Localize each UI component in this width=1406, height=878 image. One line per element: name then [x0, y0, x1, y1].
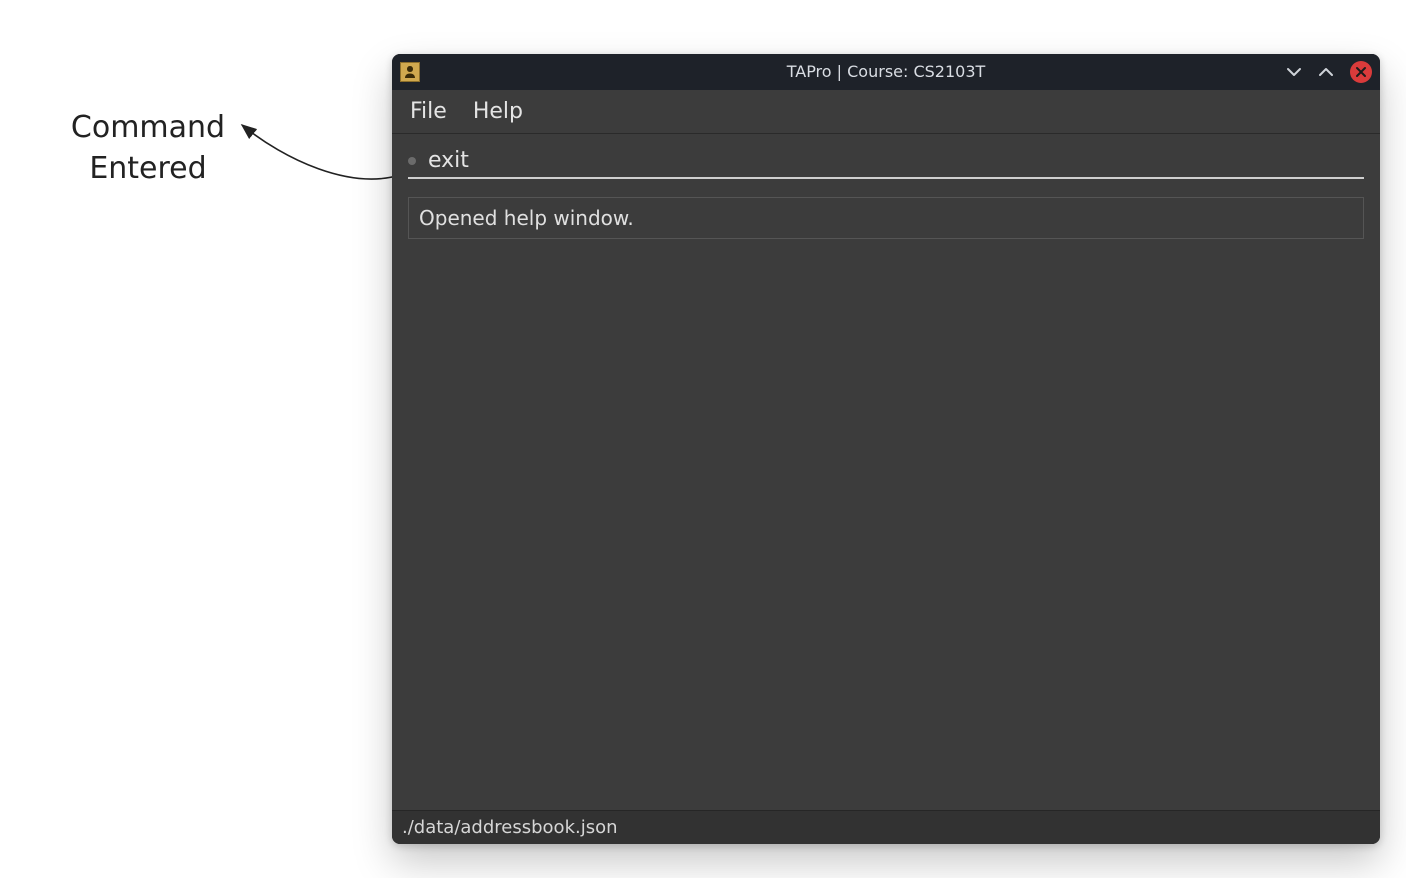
app-icon — [400, 62, 420, 82]
maximize-icon[interactable] — [1318, 64, 1334, 80]
result-text: Opened help window. — [419, 206, 634, 230]
status-path: ./data/addressbook.json — [402, 817, 618, 838]
window-title: TAPro | Course: CS2103T — [787, 62, 986, 81]
close-button[interactable] — [1350, 61, 1372, 83]
title-bar[interactable]: TAPro | Course: CS2103T — [392, 54, 1380, 90]
content-area — [392, 239, 1380, 810]
menu-help[interactable]: Help — [473, 99, 523, 124]
app-window: TAPro | Course: CS2103T File Help Opened… — [392, 54, 1380, 844]
status-bar: ./data/addressbook.json — [392, 810, 1380, 844]
menu-bar: File Help — [392, 90, 1380, 134]
command-bullet-icon — [408, 157, 416, 165]
window-controls — [1286, 61, 1372, 83]
command-input[interactable] — [428, 148, 1364, 173]
annotation-arrow — [230, 115, 410, 195]
minimize-icon[interactable] — [1286, 64, 1302, 80]
menu-file[interactable]: File — [410, 99, 447, 124]
result-box: Opened help window. — [408, 197, 1364, 239]
command-row — [408, 148, 1364, 179]
